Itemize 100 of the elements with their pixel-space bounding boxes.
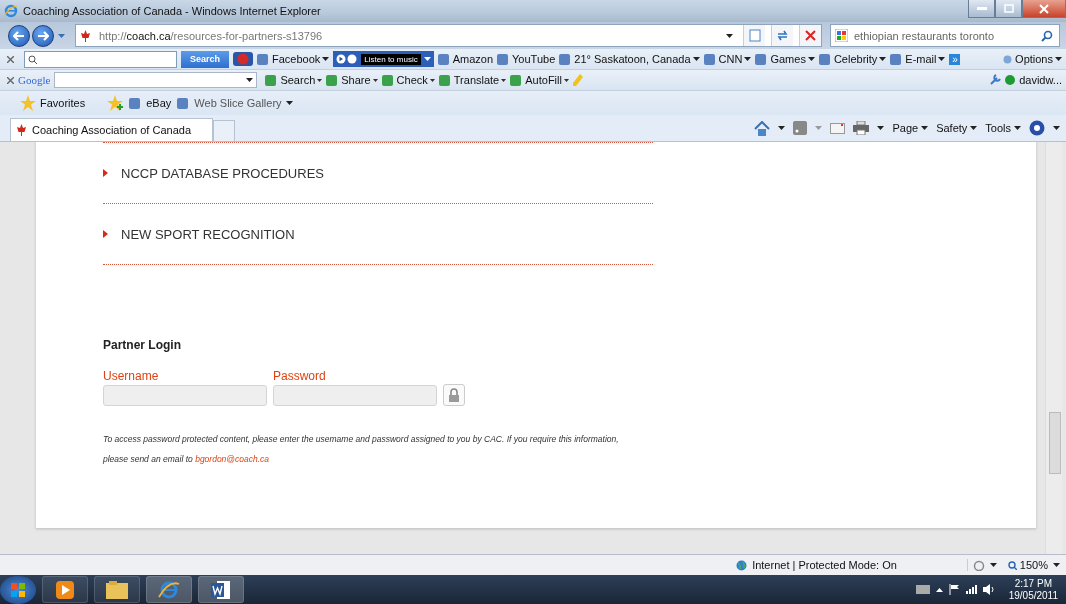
caret-icon — [879, 57, 887, 61]
caret-icon — [807, 57, 815, 61]
toolbar-button[interactable]: E-mail — [890, 53, 946, 65]
section-link[interactable]: NEW SPORT RECOGNITION — [121, 226, 295, 242]
toolbar-button[interactable]: AutoFill — [510, 74, 569, 86]
browser-logo-icon — [4, 4, 18, 18]
favorites-link[interactable]: Web Slice Gallery — [177, 97, 293, 109]
toolbar-button[interactable]: CNN — [703, 53, 752, 65]
caret-icon[interactable] — [989, 563, 997, 567]
security-zone[interactable]: Internet | Protected Mode: On — [752, 559, 968, 571]
toolbar-search-field[interactable] — [24, 50, 177, 68]
globe-icon — [736, 559, 748, 571]
caret-icon[interactable] — [1053, 563, 1060, 567]
email-link[interactable]: bgordon@coach.ca — [195, 454, 269, 464]
mail-icon[interactable] — [830, 122, 846, 134]
add-favorite-icon[interactable] — [107, 95, 124, 111]
search-query: ethiopian restaurants toronto — [854, 29, 996, 42]
refresh-icon — [776, 30, 789, 41]
caret-icon — [501, 78, 507, 82]
search-icon — [28, 54, 37, 64]
url-text: http://coach.ca/resources-for-partners-s13796 — [99, 29, 324, 42]
caret-icon[interactable] — [726, 33, 733, 38]
toolbar-button[interactable]: Amazon — [437, 53, 494, 65]
caret-icon — [692, 57, 700, 61]
google-icon — [835, 29, 848, 42]
maximize-button[interactable] — [995, 0, 1022, 18]
toolbar-button[interactable]: Search — [265, 74, 323, 86]
field-label: Username — [103, 369, 160, 383]
scrollbar[interactable] — [1045, 142, 1062, 554]
caret-up-icon[interactable] — [935, 587, 943, 592]
speaker-icon[interactable] — [982, 584, 995, 595]
home-icon[interactable] — [754, 120, 771, 136]
address-field[interactable]: http://coach.ca/resources-for-partners-s13796 — [75, 24, 822, 47]
more-button[interactable]: » — [949, 53, 961, 65]
stop-button[interactable] — [799, 25, 821, 46]
command-menu[interactable]: Safety — [936, 122, 978, 134]
toolbar-button[interactable]: 21° Saskatoon, Canada — [559, 53, 700, 65]
minimize-icon — [976, 6, 987, 11]
browser-tab[interactable]: Coaching Association of Canada — [10, 118, 213, 141]
printer-icon[interactable] — [853, 121, 870, 135]
login-heading: Partner Login — [103, 338, 182, 352]
toolbar-button[interactable]: Celebrity — [818, 53, 887, 65]
section-link[interactable]: NCCP DATABASE PROCEDURES — [121, 165, 324, 181]
minimize-button[interactable] — [968, 0, 995, 18]
windows-logo-icon — [11, 582, 25, 597]
login-button[interactable] — [443, 384, 465, 406]
magnifier-icon — [1007, 560, 1017, 570]
caret-icon — [938, 57, 946, 61]
flag-icon[interactable] — [948, 584, 960, 595]
login-note: please send an email to — [103, 454, 193, 464]
toolbar-button[interactable]: YouTube — [497, 53, 556, 65]
refresh-button[interactable] — [771, 25, 793, 46]
keyboard-icon[interactable] — [915, 585, 930, 594]
google-search-field[interactable] — [54, 72, 258, 88]
close-icon[interactable] — [7, 55, 14, 63]
toolbar-button[interactable]: Share — [326, 74, 378, 86]
ask-logo-icon[interactable] — [233, 52, 253, 66]
taskbar-app[interactable] — [94, 576, 140, 603]
clock-time[interactable]: 2:17 PM — [1014, 577, 1052, 590]
back-button[interactable] — [8, 24, 30, 47]
folder-icon — [106, 580, 128, 599]
toolbar-button[interactable]: Translate — [438, 74, 507, 86]
music-player-widget[interactable]: Listen to music — [333, 51, 434, 67]
maple-leaf-icon — [80, 29, 91, 42]
close-icon[interactable] — [7, 76, 14, 84]
options-button[interactable]: Options — [1002, 53, 1062, 65]
search-field[interactable]: ethiopian restaurants toronto — [830, 24, 1060, 47]
taskbar-app[interactable] — [198, 576, 244, 603]
taskbar-app[interactable] — [42, 576, 88, 603]
favorites-link[interactable]: eBay — [129, 97, 172, 109]
password-field[interactable] — [273, 385, 437, 406]
signal-icon[interactable] — [965, 585, 977, 594]
status-dot-icon — [1005, 75, 1016, 85]
back-arrow-icon — [13, 30, 25, 41]
search-icon[interactable] — [1041, 29, 1053, 42]
user-name[interactable]: davidw... — [1019, 74, 1062, 86]
start-button[interactable] — [0, 575, 36, 604]
command-menu[interactable]: Tools — [985, 122, 1021, 134]
search-button[interactable]: Search — [181, 50, 229, 68]
caret-icon[interactable] — [877, 126, 885, 130]
forward-button[interactable] — [32, 24, 54, 47]
caret-icon — [246, 78, 254, 82]
zoom-level[interactable]: 150% — [1007, 559, 1048, 571]
document-icon — [211, 579, 231, 600]
wrench-icon[interactable] — [989, 74, 1002, 86]
command-menu[interactable]: Page — [892, 122, 929, 134]
close-icon — [1039, 3, 1049, 14]
caret-icon[interactable] — [778, 126, 786, 130]
login-note: To access password protected content, please enter the usemame and password assigned to you by CAC. If you require this information, — [103, 434, 620, 444]
username-field[interactable] — [103, 385, 267, 406]
stop-icon — [805, 30, 816, 41]
scroll-thumb[interactable] — [1049, 412, 1061, 474]
toolbar-button[interactable]: Check — [381, 74, 435, 86]
close-button[interactable] — [1022, 0, 1066, 18]
favorites-button[interactable]: Favorites — [20, 95, 86, 111]
caret-icon[interactable] — [1053, 126, 1060, 130]
toolbar-button[interactable]: Games — [755, 53, 815, 65]
clock-date[interactable]: 19/05/2011 — [1008, 589, 1058, 602]
maximize-icon — [1003, 4, 1014, 13]
toolbar-button[interactable]: Facebook — [257, 53, 330, 65]
